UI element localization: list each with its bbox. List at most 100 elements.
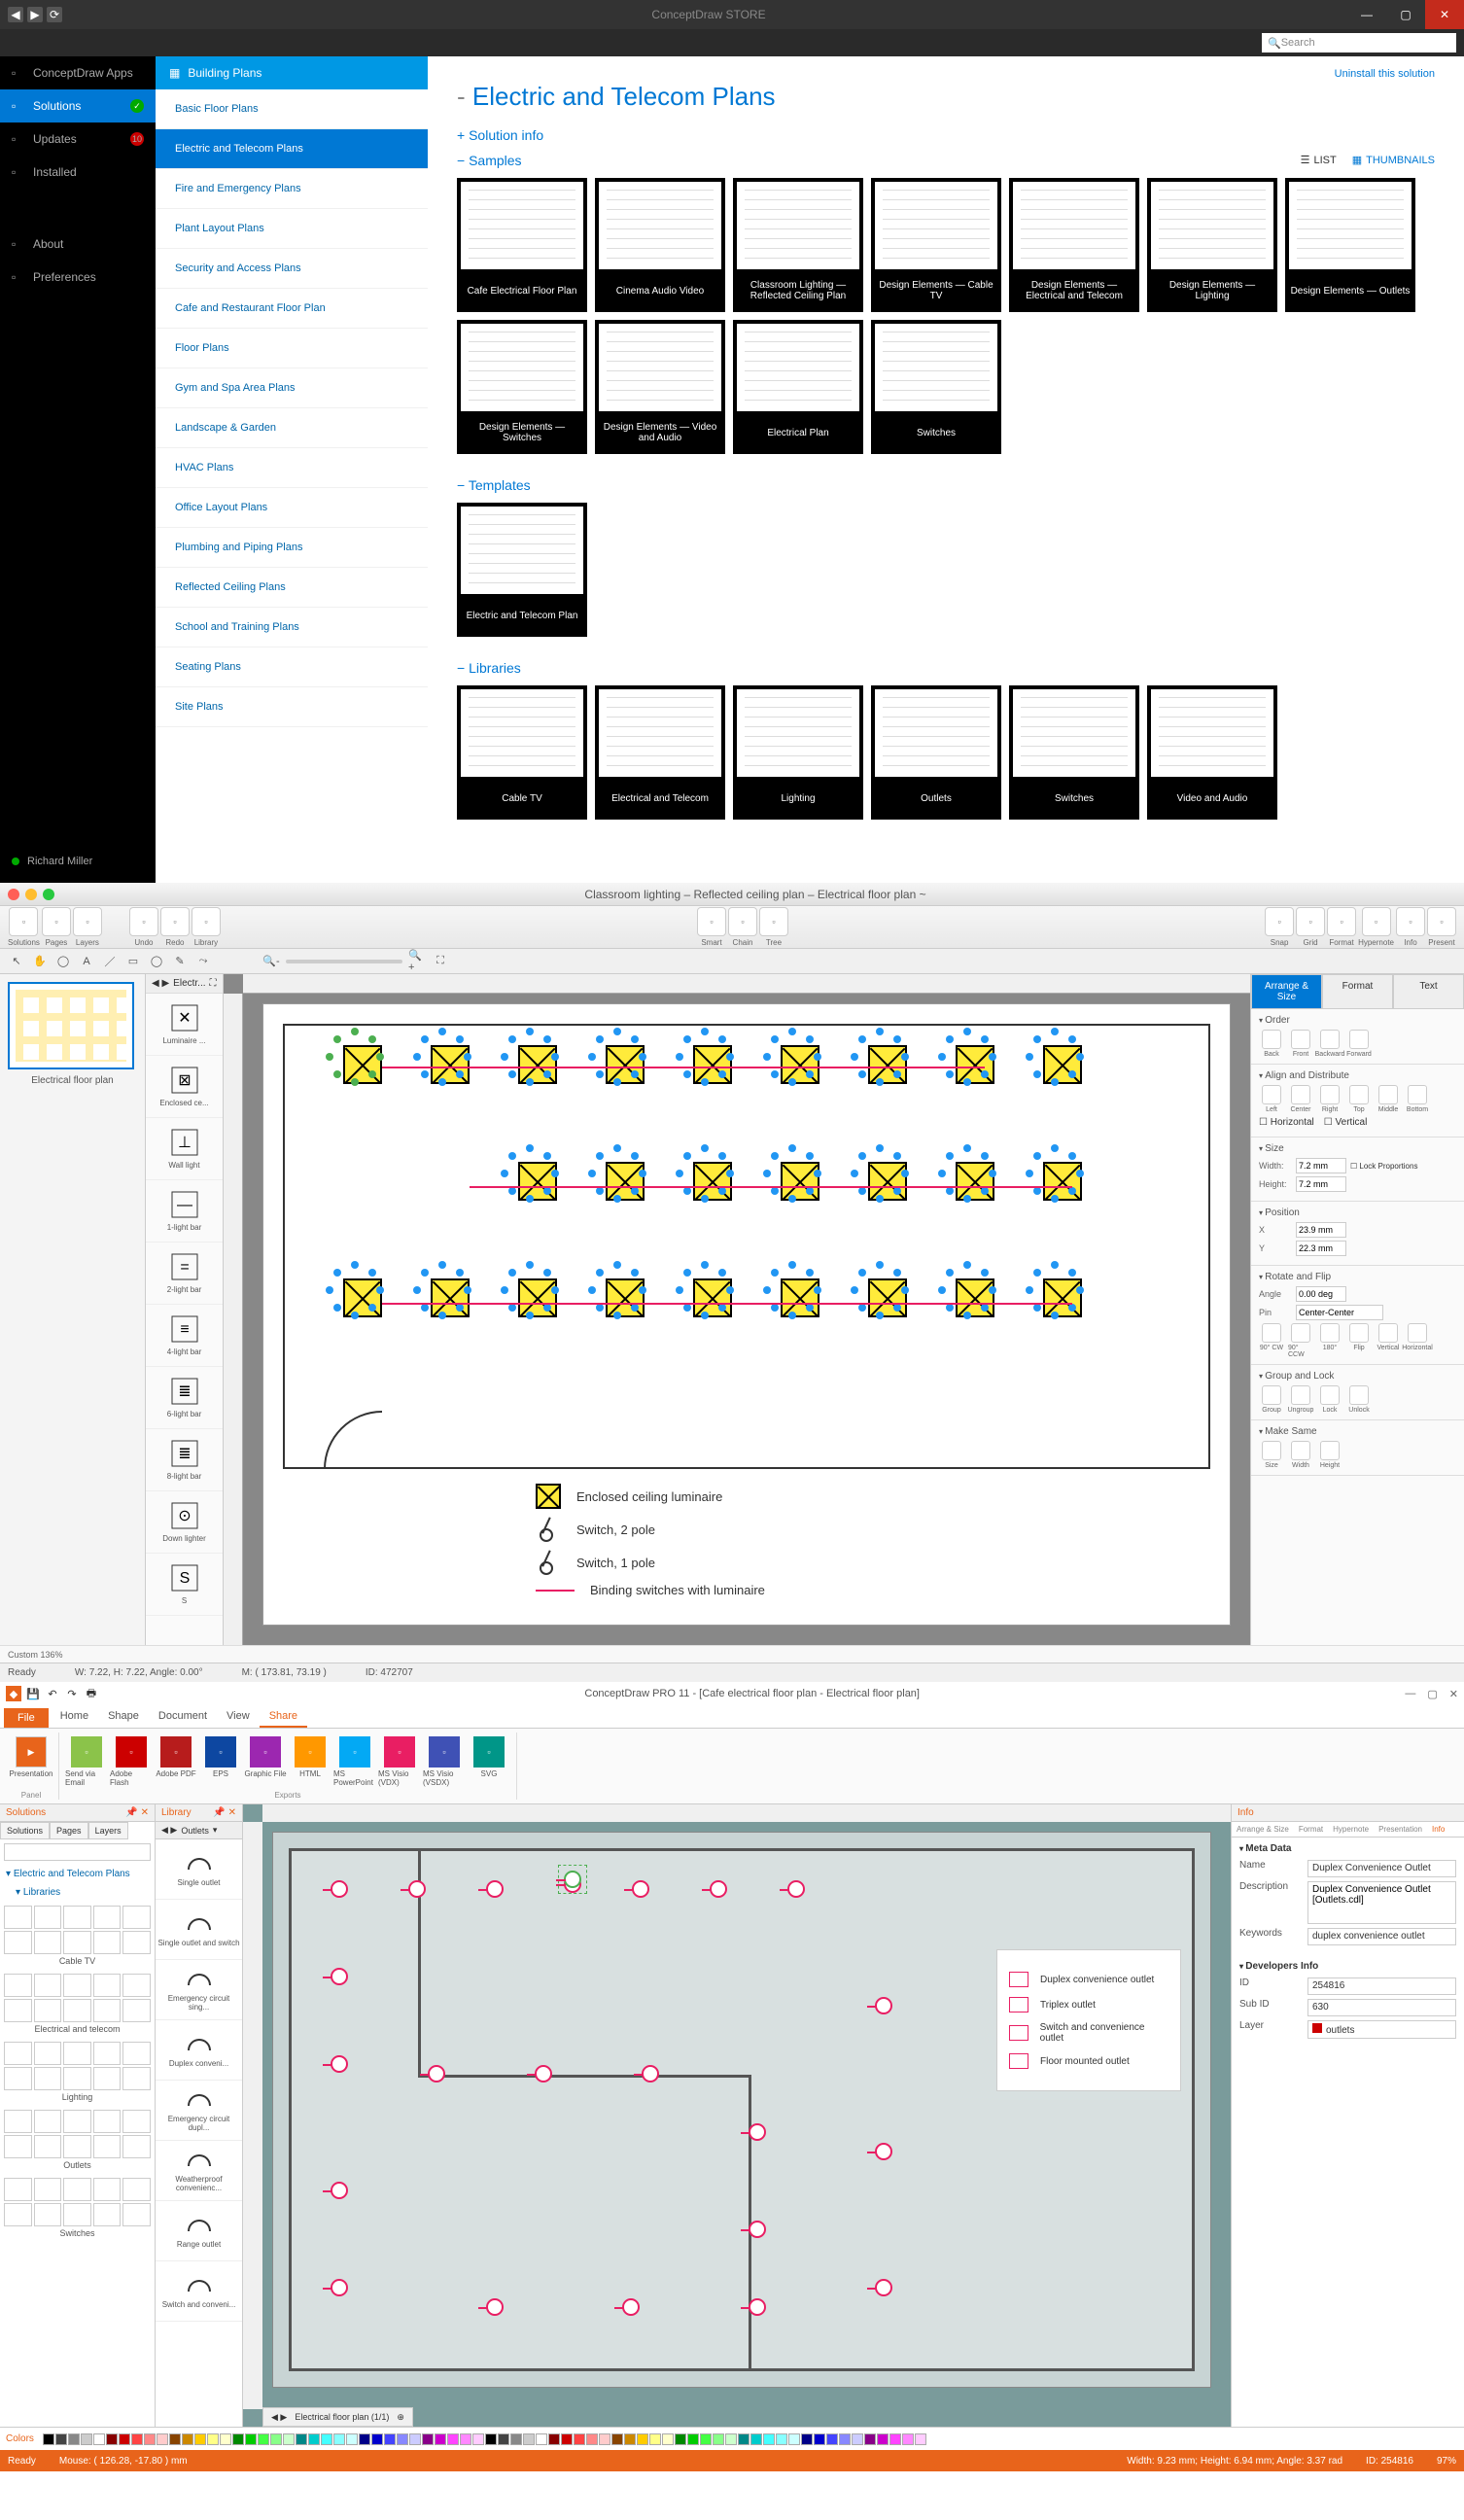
color-swatch[interactable] xyxy=(498,2433,509,2445)
info-tab[interactable]: Format xyxy=(1294,1822,1328,1837)
layers-button[interactable]: ▫ xyxy=(73,907,102,936)
category-item[interactable]: Landscape & Garden xyxy=(156,408,428,448)
print-icon[interactable]: 🖶 xyxy=(84,1686,99,1701)
color-swatch[interactable] xyxy=(182,2433,193,2445)
content-tile[interactable]: Switches xyxy=(1009,685,1139,820)
color-swatch[interactable] xyxy=(536,2433,547,2445)
minimize-icon[interactable]: — xyxy=(1405,1688,1415,1700)
ribbon-tab[interactable]: Document xyxy=(149,1706,217,1728)
color-swatch[interactable] xyxy=(776,2433,787,2445)
outlet[interactable] xyxy=(787,1880,805,1898)
color-swatch[interactable] xyxy=(169,2433,181,2445)
section-solution-info[interactable]: Solution info xyxy=(457,127,1435,143)
luminaire[interactable] xyxy=(518,1278,557,1317)
line-icon[interactable]: ／ xyxy=(101,953,119,970)
search-input[interactable] xyxy=(4,1843,151,1861)
color-swatch[interactable] xyxy=(359,2433,370,2445)
export-mspowerpoint-button[interactable]: ▫MS PowerPoint xyxy=(333,1732,376,1789)
undo-button[interactable]: ▫ xyxy=(129,907,158,936)
category-item[interactable]: Gym and Spa Area Plans xyxy=(156,368,428,408)
library-set[interactable]: Cable TV xyxy=(4,1906,151,1966)
nav-item[interactable]: ▫Preferences xyxy=(0,261,156,294)
presentation-button[interactable]: ▶Presentation xyxy=(10,1732,52,1789)
canvas[interactable]: Duplex convenience outletTriplex outletS… xyxy=(243,1804,1231,2427)
outlet-selected[interactable] xyxy=(564,1871,581,1888)
minimize-icon[interactable] xyxy=(25,889,37,900)
outlet[interactable] xyxy=(642,2065,659,2082)
color-swatch[interactable] xyxy=(460,2433,471,2445)
color-swatch[interactable] xyxy=(333,2433,345,2445)
category-item[interactable]: HVAC Plans xyxy=(156,448,428,488)
outlet[interactable] xyxy=(486,2298,504,2316)
color-swatch[interactable] xyxy=(586,2433,598,2445)
shape-item[interactable]: SS xyxy=(146,1554,223,1616)
pin-icon[interactable]: 📌 ✕ xyxy=(125,1807,149,1818)
category-item[interactable]: Floor Plans xyxy=(156,329,428,368)
lock-button[interactable]: Lock xyxy=(1317,1385,1342,1414)
tab-solutions[interactable]: Solutions xyxy=(0,1822,50,1839)
color-swatch[interactable] xyxy=(510,2433,522,2445)
chain-button[interactable]: ▫ xyxy=(728,907,757,936)
color-swatch[interactable] xyxy=(232,2433,244,2445)
library-tab[interactable]: ◀ ▶ Outlets ▾ xyxy=(156,1822,242,1839)
color-swatch[interactable] xyxy=(902,2433,914,2445)
undo-icon[interactable]: ↶ xyxy=(45,1686,60,1701)
luminaire[interactable] xyxy=(868,1162,907,1201)
color-swatch[interactable] xyxy=(788,2433,800,2445)
library-item[interactable]: Single outlet xyxy=(156,1839,242,1900)
content-tile[interactable]: Design Elements — Video and Audio xyxy=(595,320,725,454)
section-dev-info[interactable]: Developers Info xyxy=(1239,1961,1456,1972)
content-tile[interactable]: Classroom Lighting — Reflected Ceiling P… xyxy=(733,178,863,312)
library-set[interactable]: Outlets xyxy=(4,2110,151,2170)
section-align[interactable]: Align and Distribute xyxy=(1259,1070,1456,1081)
color-swatch[interactable] xyxy=(422,2433,434,2445)
library-item[interactable]: Weatherproof convenienc... xyxy=(156,2141,242,2201)
library-item[interactable]: Range outlet xyxy=(156,2201,242,2261)
outlet[interactable] xyxy=(408,1880,426,1898)
luminaire[interactable] xyxy=(606,1162,645,1201)
section-same[interactable]: Make Same xyxy=(1259,1426,1456,1437)
outlet[interactable] xyxy=(331,1968,348,1985)
color-swatch[interactable] xyxy=(435,2433,446,2445)
library-set[interactable]: Switches xyxy=(4,2178,151,2238)
shape-item[interactable]: ✕Luminaire ... xyxy=(146,994,223,1056)
luminaire[interactable] xyxy=(956,1162,994,1201)
unlock-button[interactable]: Unlock xyxy=(1346,1385,1372,1414)
nav-item[interactable]: ▫Solutions✓ xyxy=(0,89,156,122)
color-swatch[interactable] xyxy=(687,2433,699,2445)
nav-item[interactable]: ▫ConceptDraw Apps xyxy=(0,56,156,89)
luminaire[interactable] xyxy=(518,1045,557,1084)
ccw-button[interactable]: 90° CCW xyxy=(1288,1323,1313,1358)
category-item[interactable]: Electric and Telecom Plans xyxy=(156,129,428,169)
keywords-field[interactable]: duplex convenience outlet xyxy=(1307,1928,1456,1945)
close-icon[interactable]: ✕ xyxy=(1449,1688,1458,1700)
color-swatch[interactable] xyxy=(637,2433,648,2445)
redo-icon[interactable]: ↷ xyxy=(64,1686,80,1701)
library-set[interactable]: Lighting xyxy=(4,2042,151,2102)
category-item[interactable]: Plumbing and Piping Plans xyxy=(156,528,428,568)
content-tile[interactable]: Video and Audio xyxy=(1147,685,1277,820)
content-tile[interactable]: Cinema Audio Video xyxy=(595,178,725,312)
color-swatch[interactable] xyxy=(839,2433,851,2445)
format-button[interactable]: ▫ xyxy=(1327,907,1356,936)
top-button[interactable]: Top xyxy=(1346,1085,1372,1113)
backward-button[interactable]: Backward xyxy=(1317,1030,1342,1058)
shape-item[interactable]: ≣6-light bar xyxy=(146,1367,223,1429)
export-svg-button[interactable]: ▫SVG xyxy=(468,1732,510,1789)
close-icon[interactable] xyxy=(8,889,19,900)
cw-button[interactable]: 90° CW xyxy=(1259,1323,1284,1358)
content-tile[interactable]: Cafe Electrical Floor Plan xyxy=(457,178,587,312)
luminaire[interactable] xyxy=(518,1162,557,1201)
pin-select[interactable] xyxy=(1296,1305,1383,1320)
color-swatch[interactable] xyxy=(409,2433,421,2445)
canvas[interactable]: Enclosed ceiling luminaire Switch, 2 pol… xyxy=(224,974,1250,1645)
outlet[interactable] xyxy=(632,1880,649,1898)
content-tile[interactable]: Design Elements — Switches xyxy=(457,320,587,454)
uninstall-link[interactable]: Uninstall this solution xyxy=(1335,68,1435,80)
outlet[interactable] xyxy=(535,2065,552,2082)
size-button[interactable]: Size xyxy=(1259,1441,1284,1469)
color-swatch[interactable] xyxy=(649,2433,661,2445)
library-item[interactable]: Single outlet and switch xyxy=(156,1900,242,1960)
rect-icon[interactable]: ▭ xyxy=(124,953,142,970)
maximize-icon[interactable]: ▢ xyxy=(1427,1688,1437,1700)
